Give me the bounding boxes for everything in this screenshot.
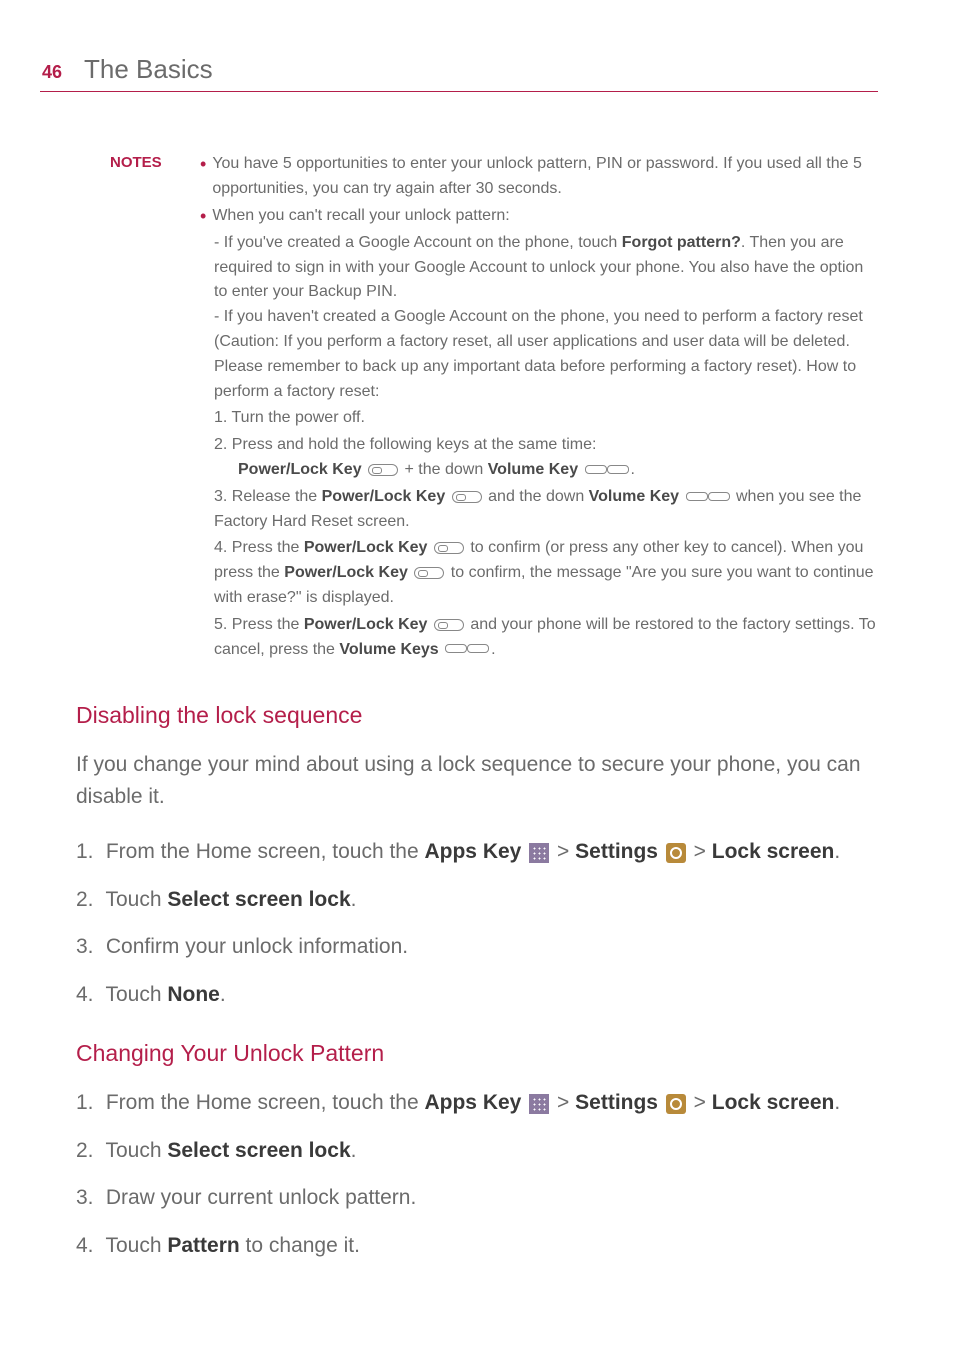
text: Confirm your unlock information. — [106, 935, 408, 958]
step-number: 3. — [76, 931, 100, 963]
step-item: 2. Touch Select screen lock. — [76, 884, 878, 916]
text: 5. Press the — [214, 616, 304, 633]
apps-key-icon — [529, 843, 549, 863]
text: - If you've created a Google Account on … — [214, 234, 622, 251]
power-key-icon — [452, 491, 482, 503]
text: and the down — [488, 488, 589, 505]
text: . — [834, 840, 840, 863]
text: > — [557, 840, 575, 863]
notes-step-2: 2. Press and hold the following keys at … — [200, 433, 878, 458]
bullet-icon: • — [200, 152, 206, 202]
step-number: 3. — [76, 1182, 100, 1214]
power-lock-key-text: Power/Lock Key — [284, 564, 408, 581]
volume-key-icon — [585, 465, 629, 475]
text: 4. Press the — [214, 539, 304, 556]
step-item: 3. Confirm your unlock information. — [76, 931, 878, 963]
volume-key-icon — [686, 492, 730, 502]
step-list: 1. From the Home screen, touch the Apps … — [76, 1087, 878, 1261]
settings-icon — [666, 1094, 686, 1114]
pattern-text: Pattern — [167, 1234, 239, 1257]
power-lock-key-text: Power/Lock Key — [304, 539, 428, 556]
text: . — [351, 888, 357, 911]
text: + the down — [405, 461, 488, 478]
notes-step-4: 4. Press the Power/Lock Key to confirm (… — [200, 536, 878, 610]
text: Touch — [105, 1139, 167, 1162]
settings-icon — [666, 843, 686, 863]
text: Touch — [105, 1234, 167, 1257]
power-lock-key-text: Power/Lock Key — [322, 488, 446, 505]
settings-text: Settings — [575, 1091, 658, 1114]
select-screen-lock-text: Select screen lock — [167, 888, 350, 911]
power-key-icon — [434, 542, 464, 554]
step-number: 2. — [76, 884, 100, 916]
step-number: 2. — [76, 1135, 100, 1167]
step-item: 4. Touch Pattern to change it. — [76, 1230, 878, 1262]
step-number: 4. — [76, 1230, 100, 1262]
settings-text: Settings — [575, 840, 658, 863]
page-title: The Basics — [84, 54, 213, 85]
notes-bullet-1: You have 5 opportunities to enter your u… — [212, 152, 878, 202]
section-intro: If you change your mind about using a lo… — [76, 749, 878, 812]
none-text: None — [167, 983, 220, 1006]
section-heading-disabling: Disabling the lock sequence — [76, 702, 878, 729]
text: to change it. — [240, 1234, 360, 1257]
notes-step-2-detail: Power/Lock Key + the down Volume Key . — [200, 458, 878, 483]
step-item: 1. From the Home screen, touch the Apps … — [76, 1087, 878, 1119]
text: > — [557, 1091, 575, 1114]
text: From the Home screen, touch the — [106, 840, 425, 863]
step-list: 1. From the Home screen, touch the Apps … — [76, 836, 878, 1010]
step-item: 1. From the Home screen, touch the Apps … — [76, 836, 878, 868]
section-heading-changing: Changing Your Unlock Pattern — [76, 1040, 878, 1067]
step-number: 1. — [76, 1087, 100, 1119]
step-number: 1. — [76, 836, 100, 868]
notes-label: NOTES — [110, 152, 200, 662]
apps-key-icon — [529, 1094, 549, 1114]
power-key-icon — [414, 567, 444, 579]
notes-subitem: - If you haven't created a Google Accoun… — [200, 305, 878, 404]
step-item: 4. Touch None. — [76, 979, 878, 1011]
lock-screen-text: Lock screen — [712, 840, 835, 863]
notes-content: • You have 5 opportunities to enter your… — [200, 152, 878, 662]
text: . — [351, 1139, 357, 1162]
volume-key-icon — [445, 644, 489, 654]
apps-key-text: Apps Key — [424, 840, 521, 863]
volume-key-text: Volume Key — [589, 488, 679, 505]
notes-block: NOTES • You have 5 opportunities to ente… — [110, 152, 878, 662]
text: . — [834, 1091, 840, 1114]
page-number: 46 — [42, 62, 62, 83]
notes-step-5: 5. Press the Power/Lock Key and your pho… — [200, 613, 878, 663]
text: . — [220, 983, 226, 1006]
text: > — [694, 840, 712, 863]
text: Draw your current unlock pattern. — [106, 1186, 416, 1209]
step-item: 2. Touch Select screen lock. — [76, 1135, 878, 1167]
bullet-icon: • — [200, 204, 206, 229]
text: Touch — [105, 983, 167, 1006]
forgot-pattern-text: Forgot pattern? — [622, 234, 741, 251]
notes-step-1: 1. Turn the power off. — [200, 406, 878, 431]
power-lock-key-text: Power/Lock Key — [238, 461, 362, 478]
power-lock-key-text: Power/Lock Key — [304, 616, 428, 633]
notes-step-3: 3. Release the Power/Lock Key and the do… — [200, 485, 878, 535]
text: . — [491, 641, 495, 658]
step-item: 3. Draw your current unlock pattern. — [76, 1182, 878, 1214]
lock-screen-text: Lock screen — [712, 1091, 835, 1114]
page-header: 46 The Basics — [40, 54, 878, 92]
select-screen-lock-text: Select screen lock — [167, 1139, 350, 1162]
volume-keys-text: Volume Keys — [339, 641, 438, 658]
step-number: 4. — [76, 979, 100, 1011]
power-key-icon — [434, 619, 464, 631]
text: > — [694, 1091, 712, 1114]
apps-key-text: Apps Key — [424, 1091, 521, 1114]
power-key-icon — [368, 464, 398, 476]
notes-bullet-2: When you can't recall your unlock patter… — [212, 204, 878, 229]
text: 3. Release the — [214, 488, 322, 505]
text: From the Home screen, touch the — [106, 1091, 425, 1114]
text: Touch — [105, 888, 167, 911]
notes-subitem: - If you've created a Google Account on … — [200, 231, 878, 305]
volume-key-text: Volume Key — [488, 461, 578, 478]
text: . — [631, 461, 635, 478]
